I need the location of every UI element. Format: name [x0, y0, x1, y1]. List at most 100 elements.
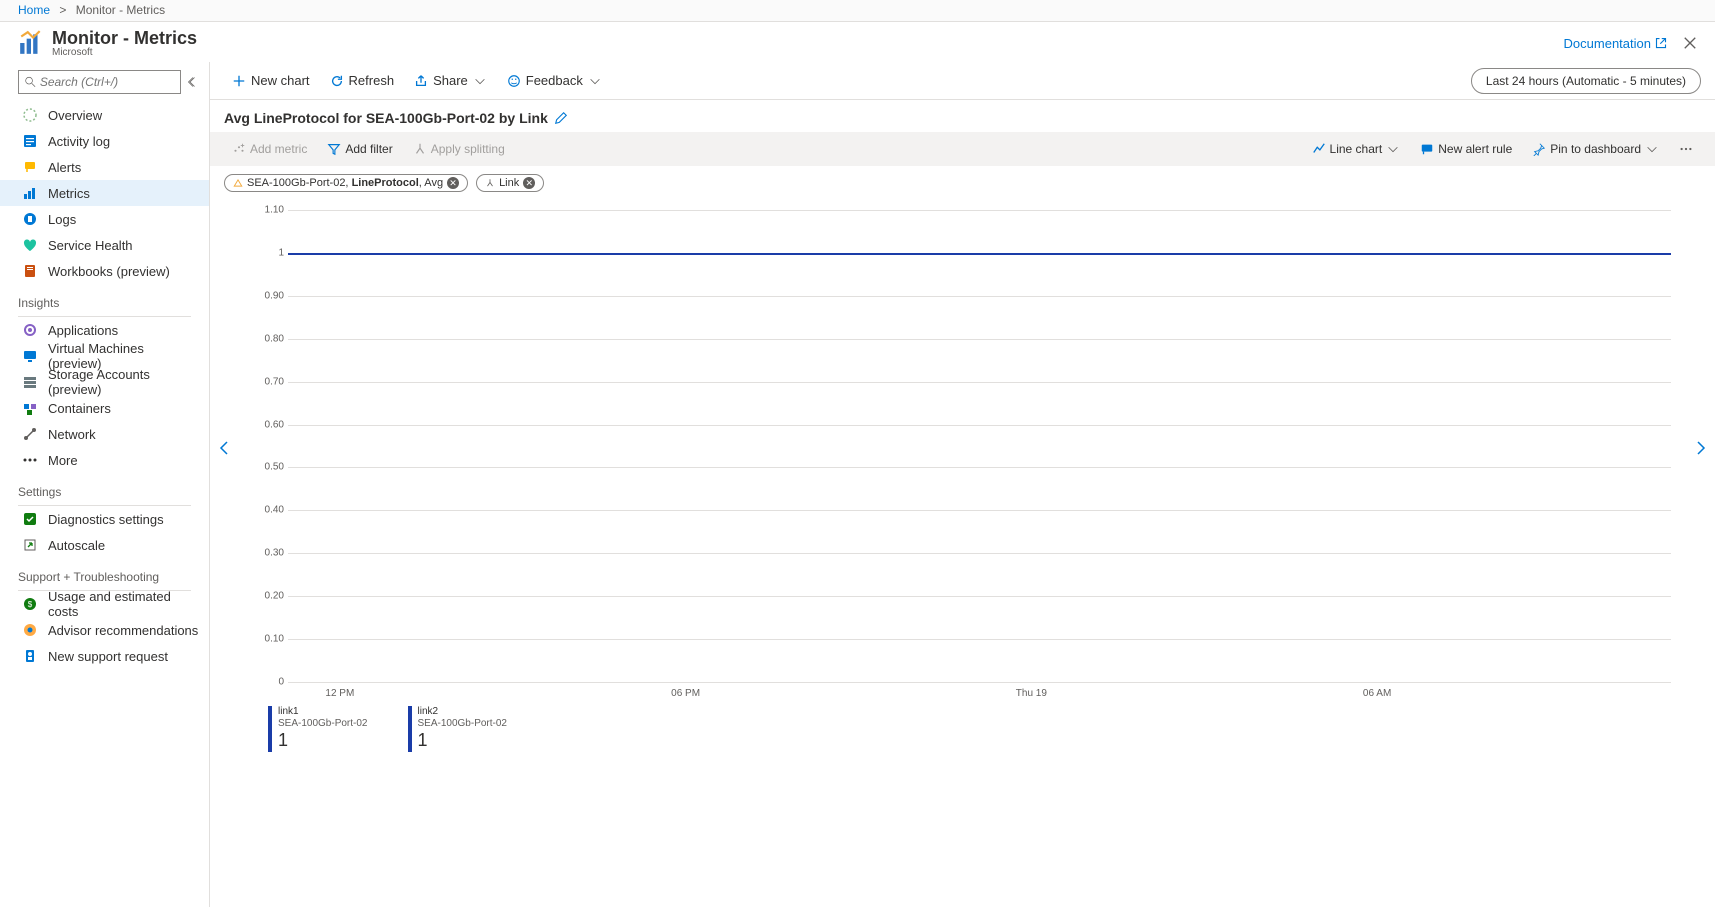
- pin-icon: [1532, 142, 1546, 156]
- sidebar-item-autoscale[interactable]: Autoscale: [0, 532, 209, 558]
- chart-prev-icon[interactable]: [216, 440, 232, 456]
- y-tick-label: 1.10: [265, 205, 284, 216]
- chart-legend: link1SEA-100Gb-Port-021 link2SEA-100Gb-Po…: [234, 700, 1691, 760]
- logs-icon: [22, 211, 38, 227]
- collapse-sidebar-icon[interactable]: [187, 76, 199, 88]
- line-chart[interactable]: 1.1010.900.800.700.600.500.400.300.200.1…: [234, 200, 1691, 700]
- toolbar: New chart Refresh Share Feedback Last 24…: [210, 62, 1715, 100]
- more-options-button[interactable]: [1671, 139, 1701, 159]
- sidebar-item-label: Containers: [48, 401, 111, 416]
- add-metric-button[interactable]: Add metric: [224, 139, 315, 159]
- refresh-button[interactable]: Refresh: [322, 69, 403, 92]
- chevron-down-icon: [1645, 142, 1659, 156]
- chart-type-selector[interactable]: Line chart: [1304, 139, 1409, 159]
- section-insights: Insights: [0, 284, 209, 312]
- sidebar-item-overview[interactable]: Overview: [0, 102, 209, 128]
- apply-splitting-button[interactable]: Apply splitting: [405, 139, 513, 159]
- sidebar-item-label: Usage and estimated costs: [48, 589, 199, 619]
- sidebar-item-advisor-recommendations[interactable]: Advisor recommendations: [0, 617, 209, 643]
- sidebar-item-diagnostics-settings[interactable]: Diagnostics settings: [0, 506, 209, 532]
- legend-item[interactable]: link2SEA-100Gb-Port-021: [408, 706, 508, 752]
- storage-icon: [22, 374, 38, 390]
- gridline: [288, 639, 1671, 640]
- chevron-down-icon: [588, 74, 602, 88]
- sidebar-item-virtual-machines-preview-[interactable]: Virtual Machines (preview): [0, 343, 209, 369]
- metric-pill[interactable]: SEA-100Gb-Port-02, LineProtocol, Avg ✕: [224, 174, 468, 192]
- search-box[interactable]: [18, 70, 181, 94]
- sidebar-item-service-health[interactable]: Service Health: [0, 232, 209, 258]
- sidebar: Overview Activity log Alerts Metrics LogsSer…: [0, 62, 210, 907]
- y-tick-label: 0.90: [265, 290, 284, 301]
- sidebar-item-label: Diagnostics settings: [48, 512, 164, 527]
- gridline: [288, 510, 1671, 511]
- sidebar-item-label: Activity log: [48, 134, 110, 149]
- filter-icon: [327, 142, 341, 156]
- chart-subbar: Add metric Add filter Apply splitting Li…: [210, 132, 1715, 166]
- sidebar-item-metrics[interactable]: Metrics: [0, 180, 209, 206]
- y-tick-label: 0.30: [265, 548, 284, 559]
- gridline: [288, 339, 1671, 340]
- sidebar-item-applications[interactable]: Applications: [0, 317, 209, 343]
- page-title: Monitor - Metrics: [52, 29, 197, 47]
- add-filter-button[interactable]: Add filter: [319, 139, 400, 159]
- sidebar-item-activity-log[interactable]: Activity log: [0, 128, 209, 154]
- section-settings: Settings: [0, 473, 209, 501]
- gridline: [288, 210, 1671, 211]
- sidebar-item-network[interactable]: Network: [0, 421, 209, 447]
- usage-icon: $: [22, 596, 38, 612]
- search-input[interactable]: [40, 75, 174, 89]
- time-range-selector[interactable]: Last 24 hours (Automatic - 5 minutes): [1471, 68, 1701, 94]
- pill-remove-icon[interactable]: ✕: [523, 177, 535, 189]
- containers-icon: [22, 400, 38, 416]
- feedback-button[interactable]: Feedback: [499, 69, 610, 92]
- vm-icon: [22, 348, 38, 364]
- y-tick-label: 0.40: [265, 505, 284, 516]
- page-header: Monitor - Metrics Microsoft Documentatio…: [0, 22, 1715, 62]
- documentation-link[interactable]: Documentation: [1564, 36, 1667, 51]
- sidebar-item-label: Metrics: [48, 186, 90, 201]
- sidebar-item-label: Autoscale: [48, 538, 105, 553]
- activity-icon: [22, 133, 38, 149]
- sidebar-item-usage-and-estimated-costs[interactable]: $ Usage and estimated costs: [0, 591, 209, 617]
- support-icon: [22, 648, 38, 664]
- gridline: [288, 682, 1671, 683]
- chart-title-row: Avg LineProtocol for SEA-100Gb-Port-02 b…: [210, 100, 1715, 132]
- apps-icon: [22, 322, 38, 338]
- sidebar-item-label: Applications: [48, 323, 118, 338]
- edit-pencil-icon[interactable]: [554, 111, 568, 125]
- y-tick-label: 0.60: [265, 419, 284, 430]
- sidebar-item-containers[interactable]: Containers: [0, 395, 209, 421]
- sidebar-item-label: Overview: [48, 108, 102, 123]
- network-icon: [22, 426, 38, 442]
- sidebar-item-label: Advisor recommendations: [48, 623, 198, 638]
- pill-remove-icon[interactable]: ✕: [447, 177, 459, 189]
- breadcrumb-current: Monitor - Metrics: [76, 3, 165, 17]
- close-icon[interactable]: [1683, 36, 1697, 50]
- chart-next-icon[interactable]: [1693, 440, 1709, 456]
- main-content: New chart Refresh Share Feedback Last 24…: [210, 62, 1715, 907]
- plus-icon: [232, 74, 246, 88]
- more-icon: [22, 452, 38, 468]
- sidebar-item-new-support-request[interactable]: New support request: [0, 643, 209, 669]
- pin-dashboard-button[interactable]: Pin to dashboard: [1524, 139, 1667, 159]
- sidebar-item-label: More: [48, 453, 78, 468]
- share-button[interactable]: Share: [406, 69, 495, 92]
- chart-area: 1.1010.900.800.700.600.500.400.300.200.1…: [210, 200, 1715, 907]
- new-chart-button[interactable]: New chart: [224, 69, 318, 92]
- alert-flag-icon: [1420, 142, 1434, 156]
- sidebar-item-more[interactable]: More: [0, 447, 209, 473]
- sidebar-item-alerts[interactable]: Alerts: [0, 154, 209, 180]
- y-tick-label: 0.20: [265, 591, 284, 602]
- sidebar-item-workbooks-preview-[interactable]: Workbooks (preview): [0, 258, 209, 284]
- new-alert-button[interactable]: New alert rule: [1412, 139, 1520, 159]
- sidebar-item-logs[interactable]: Logs: [0, 206, 209, 232]
- overview-icon: [22, 107, 38, 123]
- breadcrumb-home[interactable]: Home: [18, 3, 50, 17]
- split-pill[interactable]: Link ✕: [476, 174, 544, 192]
- workbooks-icon: [22, 263, 38, 279]
- gridline: [288, 596, 1671, 597]
- sidebar-item-label: New support request: [48, 649, 168, 664]
- legend-item[interactable]: link1SEA-100Gb-Port-021: [268, 706, 368, 752]
- split-pill-icon: [485, 178, 495, 188]
- sidebar-item-storage-accounts-preview-[interactable]: Storage Accounts (preview): [0, 369, 209, 395]
